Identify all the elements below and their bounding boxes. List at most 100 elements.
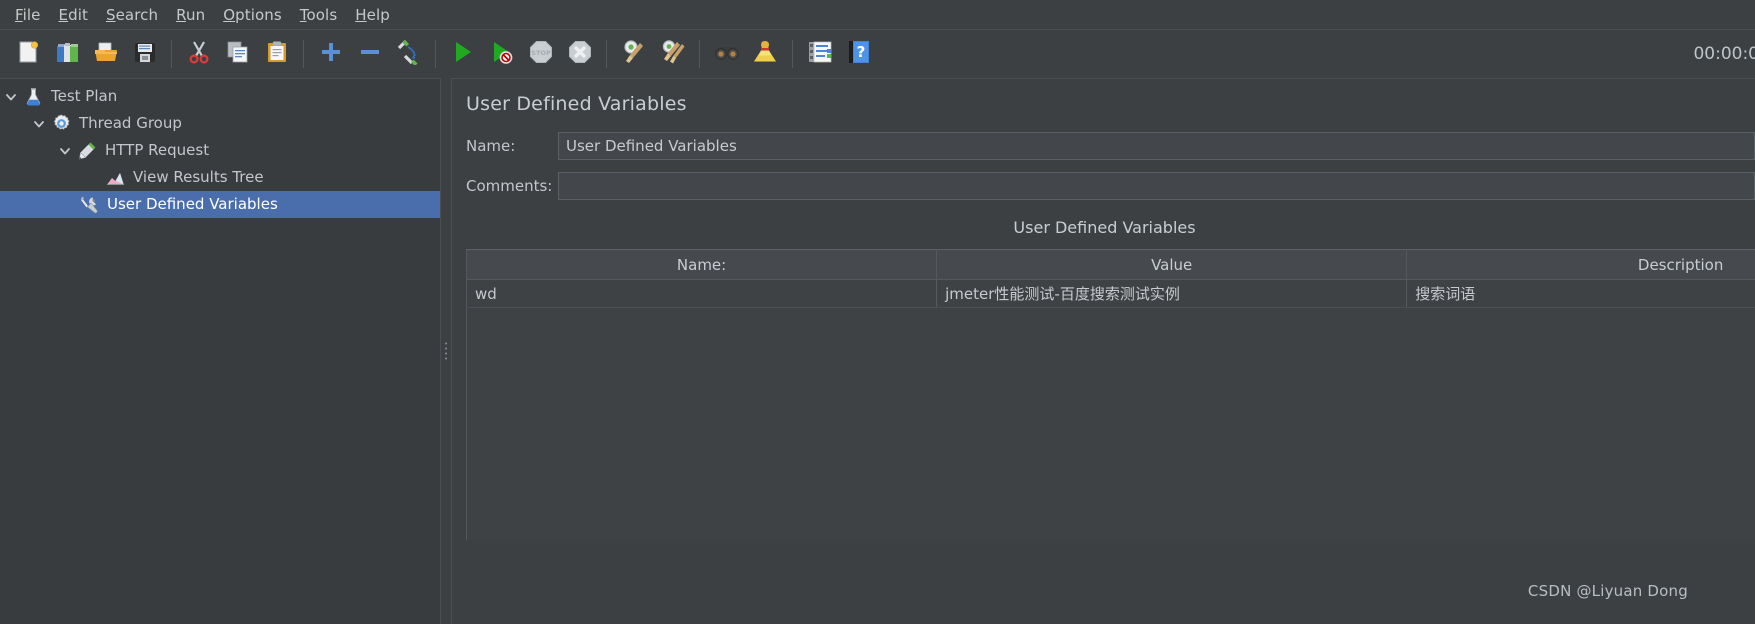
tree-node-label: View Results Tree — [133, 168, 264, 186]
watermark: CSDN @Liyuan Dong — [1527, 582, 1688, 600]
chevron-down-icon[interactable] — [28, 110, 50, 137]
menu-search[interactable]: Search — [97, 4, 167, 26]
templates-button[interactable] — [47, 35, 86, 74]
menu-bar: File Edit Search Run Options Tools Help — [0, 0, 1755, 29]
chevron-down-icon[interactable] — [0, 83, 22, 110]
expand-all-button[interactable] — [311, 35, 350, 74]
comments-input[interactable] — [558, 172, 1755, 200]
jmeter-window: File Edit Search Run Options Tools Help — [0, 0, 1755, 624]
user-defined-variables-table: Name: Value Description wd jmeter性能测试-百度… — [465, 249, 1755, 308]
toolbar-separator-5 — [699, 40, 700, 68]
test-plan-tree-panel: Test Plan Thread Group HTTP Request View… — [0, 78, 440, 624]
menu-tools[interactable]: Tools — [291, 4, 346, 26]
column-header-value[interactable]: Value — [936, 249, 1408, 280]
view-results-tree-icon — [104, 167, 126, 189]
search-icon — [714, 39, 740, 69]
test-plan-tree: Test Plan Thread Group HTTP Request View… — [0, 79, 440, 218]
open-button[interactable] — [86, 35, 125, 74]
thread-group-icon — [50, 113, 72, 135]
comments-field-row: Comments: — [466, 172, 1755, 200]
toggle-icon — [396, 39, 422, 69]
name-field-row: Name: — [466, 132, 1755, 160]
toolbar-separator-6 — [792, 40, 793, 68]
start-no-timers-icon — [489, 39, 515, 69]
save-icon — [132, 39, 158, 69]
user-defined-variables-panel: User Defined Variables Name: Comments: U… — [452, 78, 1755, 624]
function-helper-icon — [807, 39, 833, 69]
toggle-button[interactable] — [389, 35, 428, 74]
reset-search-button[interactable] — [746, 35, 785, 74]
split-grip-icon — [445, 342, 447, 360]
svg-text:STOP: STOP — [531, 49, 551, 57]
clear-icon — [621, 39, 647, 69]
search-button[interactable] — [707, 35, 746, 74]
stop-button[interactable]: STOP — [521, 35, 560, 74]
user-defined-variables-icon — [78, 194, 100, 216]
collapse-all-button[interactable] — [350, 35, 389, 74]
menu-options[interactable]: Options — [214, 4, 291, 26]
help-icon: ? — [846, 39, 872, 69]
save-button[interactable] — [125, 35, 164, 74]
main-split-pane: Test Plan Thread Group HTTP Request View… — [0, 78, 1755, 624]
tree-node-test-plan[interactable]: Test Plan — [0, 83, 440, 110]
new-button[interactable] — [8, 35, 47, 74]
split-divider[interactable] — [440, 78, 452, 624]
tree-node-thread-group[interactable]: Thread Group — [0, 110, 440, 137]
cell-description[interactable]: 搜索词语 — [1406, 279, 1755, 308]
tree-node-view-results-tree[interactable]: View Results Tree — [0, 164, 440, 191]
cut-icon — [186, 39, 212, 69]
templates-icon — [54, 39, 80, 69]
menu-edit[interactable]: Edit — [50, 4, 97, 26]
http-request-icon — [76, 140, 98, 162]
toolbar-separator-3 — [435, 40, 436, 68]
test-plan-icon — [22, 86, 44, 108]
toolbar-separator-2 — [303, 40, 304, 68]
elapsed-timer: 00:00:0 — [1693, 44, 1755, 64]
tree-node-label: Test Plan — [51, 87, 118, 105]
menu-run[interactable]: Run — [167, 4, 214, 26]
shutdown-button[interactable] — [560, 35, 599, 74]
comments-label: Comments: — [466, 177, 553, 195]
chevron-down-icon[interactable] — [54, 137, 76, 164]
start-icon — [450, 39, 476, 69]
svg-text:?: ? — [856, 43, 865, 61]
toolbar-separator-4 — [606, 40, 607, 68]
menu-file[interactable]: File — [6, 4, 50, 26]
page-title: User Defined Variables — [466, 93, 687, 115]
menu-help[interactable]: Help — [346, 4, 399, 26]
tree-node-http-request[interactable]: HTTP Request — [0, 137, 440, 164]
table-empty-area — [466, 308, 1755, 540]
cell-value[interactable]: jmeter性能测试-百度搜索测试实例 — [936, 279, 1408, 308]
tree-node-user-defined-variables[interactable]: User Defined Variables — [0, 191, 440, 218]
paste-icon — [264, 39, 290, 69]
new-icon — [15, 39, 41, 69]
table-caption: User Defined Variables — [1013, 218, 1196, 237]
start-button[interactable] — [443, 35, 482, 74]
clear-button[interactable] — [614, 35, 653, 74]
help-button[interactable]: ? — [839, 35, 878, 74]
name-input[interactable] — [558, 132, 1755, 160]
stop-icon: STOP — [528, 39, 554, 69]
paste-button[interactable] — [257, 35, 296, 74]
collapse-all-icon — [357, 39, 383, 69]
function-helper-button[interactable] — [800, 35, 839, 74]
expand-all-icon — [318, 39, 344, 69]
shutdown-icon — [567, 39, 593, 69]
table-header-row: Name: Value Description — [465, 249, 1755, 280]
start-no-timers-button[interactable] — [482, 35, 521, 74]
open-icon — [93, 39, 119, 69]
table-row[interactable]: wd jmeter性能测试-百度搜索测试实例 搜索词语 — [465, 279, 1755, 308]
column-header-name[interactable]: Name: — [465, 249, 938, 280]
table-body: wd jmeter性能测试-百度搜索测试实例 搜索词语 — [465, 279, 1755, 308]
cell-name[interactable]: wd — [465, 279, 938, 308]
tree-node-label: HTTP Request — [105, 141, 210, 159]
toolbar-separator-1 — [171, 40, 172, 68]
clear-all-icon — [660, 39, 686, 69]
table-header: Name: Value Description — [465, 249, 1755, 280]
cut-button[interactable] — [179, 35, 218, 74]
column-header-description[interactable]: Description — [1406, 249, 1755, 280]
tree-node-label: User Defined Variables — [107, 195, 278, 213]
copy-button[interactable] — [218, 35, 257, 74]
name-label: Name: — [466, 137, 516, 155]
clear-all-button[interactable] — [653, 35, 692, 74]
